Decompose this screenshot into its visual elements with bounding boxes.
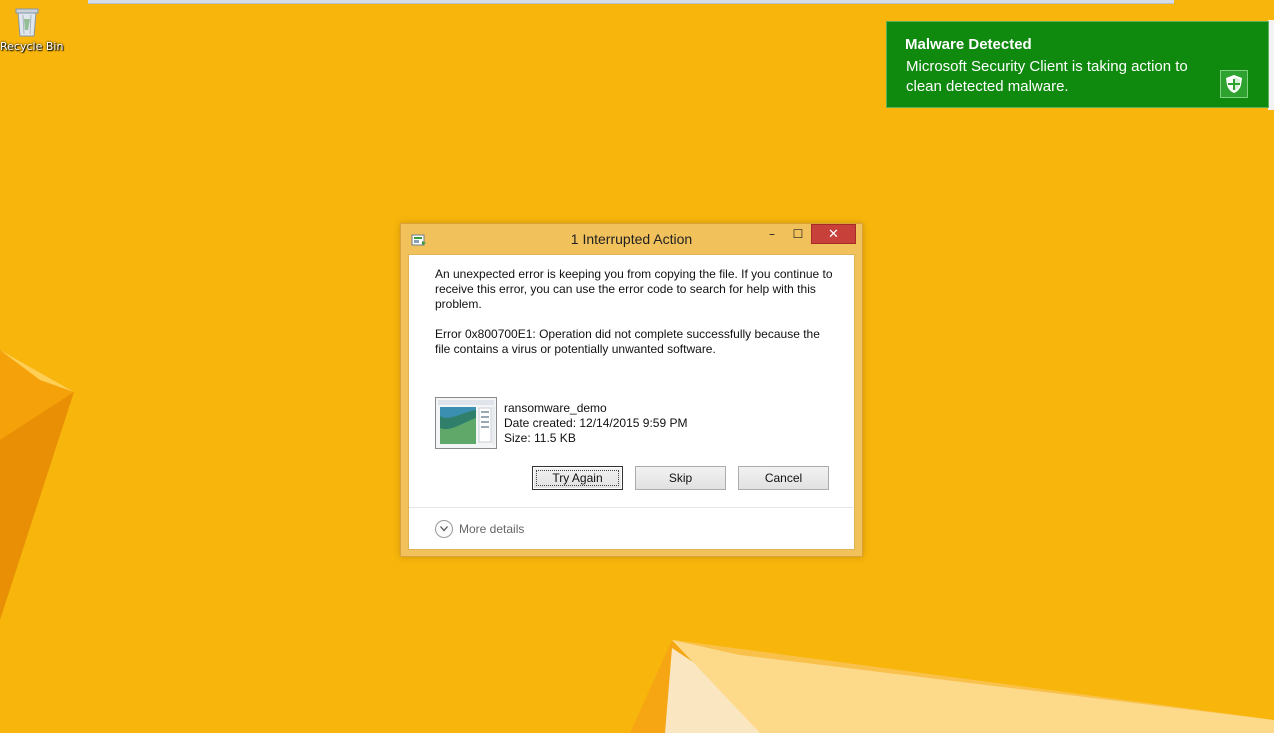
shield-icon (1220, 70, 1248, 98)
dialog-titlebar[interactable]: 1 Interrupted Action – ☐ ✕ (401, 224, 862, 254)
close-button[interactable]: ✕ (811, 224, 856, 244)
toast-title: Malware Detected (905, 36, 1032, 53)
desktop: Recycle Bin Malware Detected Microsoft S… (0, 0, 1274, 733)
dialog-content: An unexpected error is keeping you from … (408, 254, 855, 550)
window-edge-strip (88, 0, 1174, 4)
dialog-divider (409, 507, 854, 508)
maximize-button[interactable]: ☐ (785, 224, 811, 244)
minimize-button[interactable]: – (759, 224, 785, 244)
interrupted-action-dialog: 1 Interrupted Action – ☐ ✕ An unexpected… (400, 223, 863, 557)
error-code-text: Error 0x800700E1: Operation did not comp… (435, 327, 820, 356)
chevron-down-icon (435, 520, 453, 538)
cancel-button[interactable]: Cancel (738, 466, 829, 490)
toast-body: Microsoft Security Client is taking acti… (906, 58, 1188, 95)
try-again-button[interactable]: Try Again (532, 466, 623, 490)
focus-rectangle (536, 470, 619, 486)
file-size: Size: 11.5 KB (504, 431, 576, 445)
file-thumbnail-icon (435, 397, 497, 449)
error-message: An unexpected error is keeping you from … (435, 267, 833, 311)
file-date-created: Date created: 12/14/2015 9:59 PM (504, 416, 688, 430)
recycle-bin-icon (15, 8, 39, 37)
skip-button[interactable]: Skip (635, 466, 726, 490)
file-name: ransomware_demo (504, 401, 607, 415)
malware-toast-notification[interactable]: Malware Detected Microsoft Security Clie… (886, 21, 1269, 108)
recycle-bin-shortcut[interactable]: Recycle Bin (0, 6, 64, 53)
file-info: ransomware_demo Date created: 12/14/2015… (504, 401, 687, 446)
recycle-bin-label: Recycle Bin (0, 40, 64, 53)
more-details-label: More details (459, 522, 525, 536)
